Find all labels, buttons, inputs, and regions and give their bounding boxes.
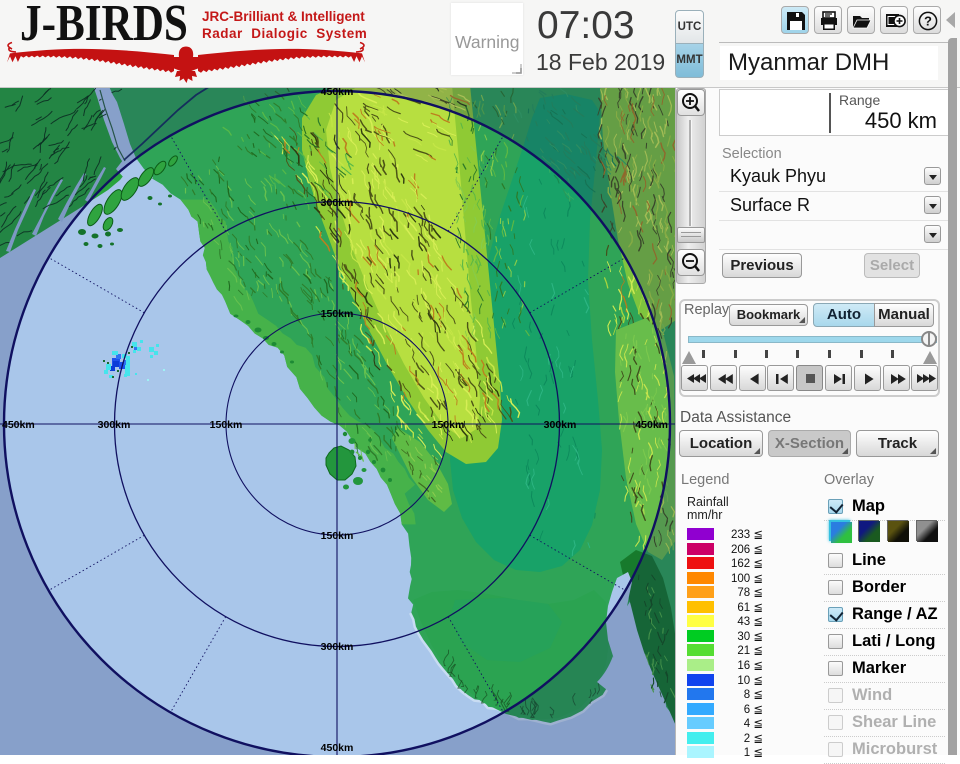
svg-text:150km: 150km [321,308,354,320]
svg-text:300km: 300km [321,641,354,653]
svg-text:450km: 450km [321,742,354,754]
svg-text:?: ? [924,14,932,29]
svg-text:300km: 300km [544,419,577,431]
svg-text:150km: 150km [432,419,465,431]
svg-text:150km: 150km [321,530,354,542]
svg-text:300km: 300km [98,419,131,431]
svg-text:450km: 450km [321,88,354,98]
svg-text:300km: 300km [321,197,354,209]
svg-text:450km: 450km [635,419,668,431]
svg-text:150km: 150km [210,419,243,431]
svg-text:450km: 450km [2,419,35,431]
